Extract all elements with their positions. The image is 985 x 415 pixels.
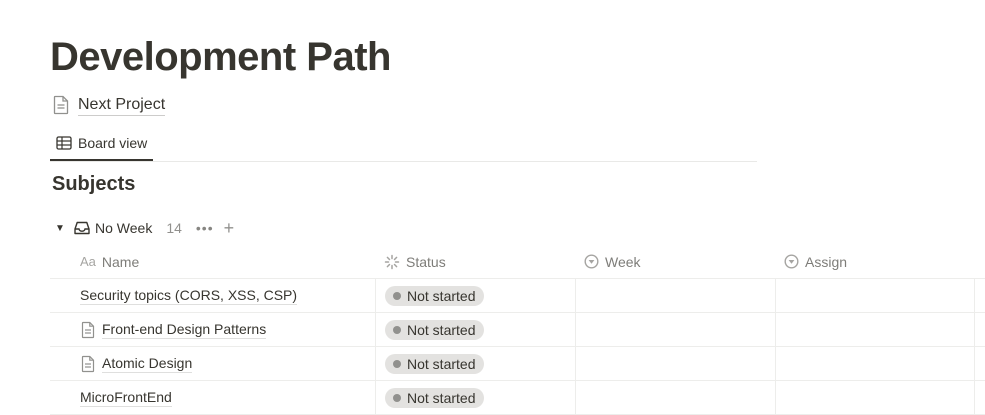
column-header-week[interactable]: Week — [575, 245, 775, 278]
status-icon — [384, 254, 400, 269]
status-dot-icon — [393, 359, 401, 368]
row-title: MicroFrontEnd — [80, 389, 172, 407]
select-icon — [584, 254, 599, 269]
table-icon — [56, 135, 72, 150]
status-cell[interactable]: Not started — [375, 313, 575, 346]
row-title-link[interactable]: Security topics (CORS, XSS, CSP) — [80, 286, 298, 305]
table-row[interactable]: Front-end Design Patterns Not started — [50, 313, 985, 347]
table-header-row: Aa Name Status Week Assign — [50, 245, 985, 279]
status-label: Not started — [407, 287, 476, 304]
status-badge[interactable]: Not started — [385, 353, 485, 374]
status-cell[interactable]: Not started — [375, 347, 575, 380]
column-header-status[interactable]: Status — [375, 245, 575, 278]
table-row[interactable]: Atomic Design Not started — [50, 347, 985, 381]
week-cell[interactable] — [575, 279, 775, 312]
status-dot-icon — [393, 291, 401, 300]
status-dot-icon — [393, 325, 401, 334]
name-cell[interactable]: MicroFrontEnd — [50, 381, 375, 414]
assign-cell[interactable] — [775, 381, 975, 414]
page-title: Development Path — [50, 35, 391, 79]
status-badge[interactable]: Not started — [385, 285, 485, 306]
column-header-name[interactable]: Aa Name — [50, 245, 375, 278]
assign-cell[interactable] — [775, 347, 975, 380]
column-header-assign[interactable]: Assign — [775, 245, 975, 278]
group-name[interactable]: No Week — [95, 220, 152, 236]
document-icon — [81, 321, 95, 338]
assign-cell[interactable] — [775, 279, 975, 312]
select-icon — [784, 254, 799, 269]
document-icon — [81, 355, 95, 372]
week-cell[interactable] — [575, 347, 775, 380]
status-label: Not started — [407, 321, 476, 338]
column-header-label: Week — [605, 253, 641, 270]
status-label: Not started — [407, 355, 476, 372]
tab-label: Board view — [78, 134, 148, 151]
status-badge[interactable]: Not started — [385, 319, 485, 340]
week-cell[interactable] — [575, 381, 775, 414]
week-cell[interactable] — [575, 313, 775, 346]
status-cell[interactable]: Not started — [375, 279, 575, 312]
group-count: 14 — [166, 220, 182, 236]
row-title: Atomic Design — [102, 355, 193, 373]
group-toggle-icon[interactable]: ▼ — [52, 223, 68, 234]
row-title: Front-end Design Patterns — [102, 321, 267, 339]
assign-cell[interactable] — [775, 313, 975, 346]
linked-page-label: Next Project — [78, 95, 166, 116]
name-cell[interactable]: Front-end Design Patterns — [50, 313, 375, 346]
tab-board-view[interactable]: Board view — [50, 126, 154, 161]
database-title[interactable]: Subjects — [52, 173, 135, 196]
column-header-label: Status — [406, 253, 446, 270]
text-property-icon: Aa — [80, 254, 96, 269]
row-title-link[interactable]: Atomic Design — [80, 354, 193, 373]
linked-page-next-project[interactable]: Next Project — [52, 92, 166, 118]
status-dot-icon — [393, 393, 401, 402]
add-icon[interactable]: + — [224, 219, 235, 237]
view-tabs: Board view — [50, 126, 757, 162]
table-body: Security topics (CORS, XSS, CSP) Not star… — [50, 279, 985, 415]
status-cell[interactable]: Not started — [375, 381, 575, 414]
document-icon — [53, 95, 69, 115]
column-header-label: Name — [101, 253, 140, 270]
status-badge[interactable]: Not started — [385, 387, 485, 408]
database-table: Aa Name Status Week Assign Security topi… — [50, 245, 985, 415]
name-cell[interactable]: Security topics (CORS, XSS, CSP) — [50, 279, 375, 312]
table-row[interactable]: Security topics (CORS, XSS, CSP) Not star… — [50, 279, 985, 313]
more-options-icon[interactable]: ••• — [196, 220, 214, 236]
group-header: ▼ No Week 14 ••• + — [52, 216, 234, 240]
column-header-label: Assign — [805, 253, 848, 270]
name-cell[interactable]: Atomic Design — [50, 347, 375, 380]
row-title-link[interactable]: Front-end Design Patterns — [80, 320, 267, 339]
row-title-link[interactable]: MicroFrontEnd — [80, 388, 172, 407]
status-label: Not started — [407, 389, 476, 406]
row-title: Security topics (CORS, XSS, CSP) — [80, 287, 298, 305]
inbox-icon — [74, 221, 90, 235]
